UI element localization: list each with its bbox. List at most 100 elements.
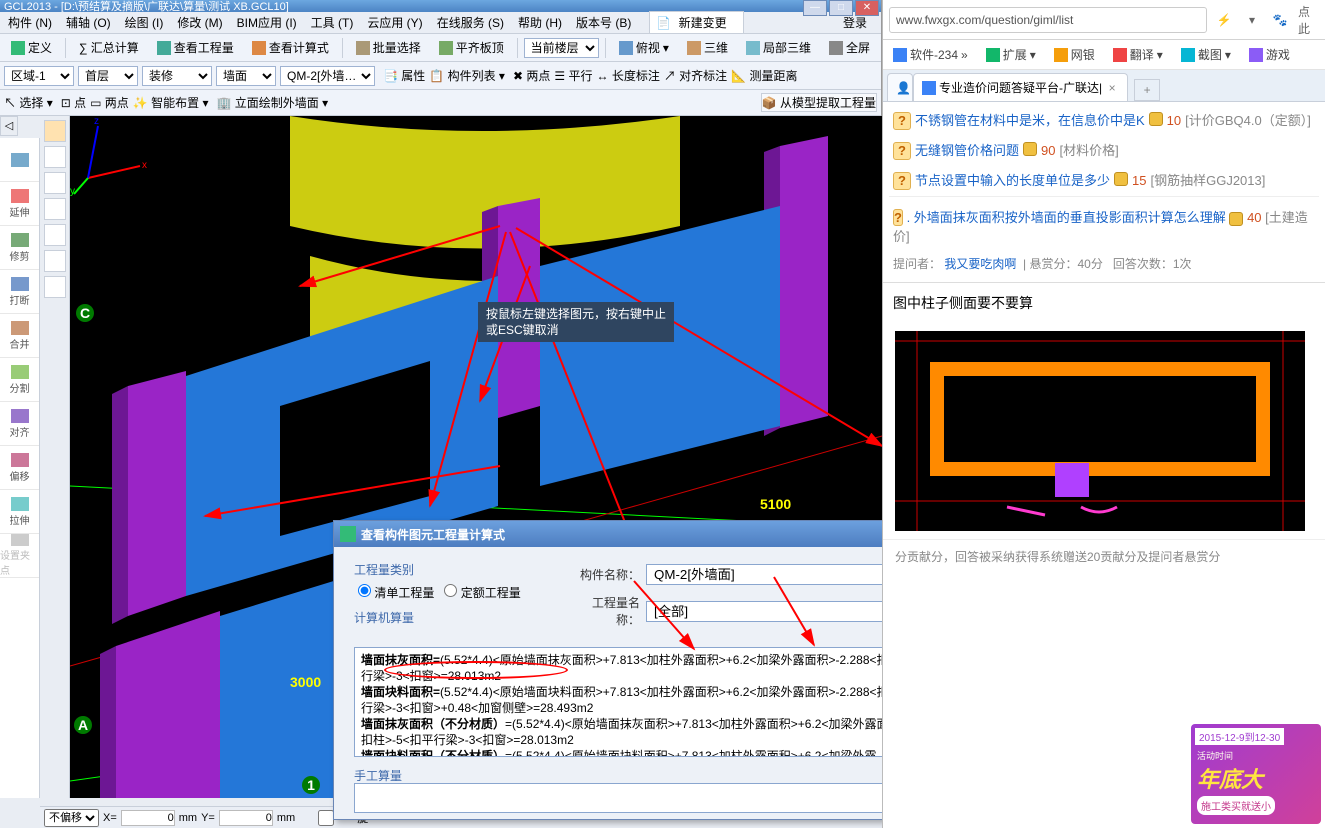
vtool-break[interactable]: 打断	[0, 270, 39, 314]
close-button[interactable]: ✕	[855, 0, 879, 12]
qa-title[interactable]: 无缝钢管价格问题	[915, 142, 1019, 160]
asker-link[interactable]: 我又要吃肉啊	[944, 257, 1016, 271]
bookmark-item[interactable]: 扩展 ▾	[982, 44, 1040, 65]
tab-qa[interactable]: 专业造价问题答疑平台-广联达| ×	[913, 73, 1128, 101]
parallel-button[interactable]: ☰ 平行	[554, 67, 592, 84]
paw-icon[interactable]: 🐾	[1269, 9, 1291, 31]
bookmark-item[interactable]: 截图 ▾	[1177, 44, 1235, 65]
tab-close-icon[interactable]: ×	[1105, 81, 1119, 95]
side-icon[interactable]	[44, 198, 66, 220]
url-input[interactable]: www.fwxgx.com/question/giml/list	[889, 7, 1207, 33]
category-select[interactable]: 装修	[142, 66, 212, 86]
calc-result-box[interactable]: 墙面抹灰面积=(5.52*4.4)<原始墙面抹灰面积>+7.813<加柱外露面积…	[354, 647, 962, 757]
menu-item[interactable]: 辅轴 (O)	[62, 12, 115, 33]
snap-select[interactable]: 不偏移	[44, 809, 99, 827]
question-icon: ?	[893, 209, 903, 226]
local-3d-button[interactable]: 局部三维	[739, 35, 818, 60]
side-icon[interactable]	[44, 146, 66, 168]
two-point-button[interactable]: ✖ 两点	[513, 67, 550, 84]
dropdown-icon[interactable]: ▾	[1241, 9, 1263, 31]
component-select[interactable]: QM-2[外墙…	[280, 66, 375, 86]
define-button[interactable]: 定义	[4, 35, 59, 60]
vtool-offset[interactable]: 偏移	[0, 446, 39, 490]
vtool-stretch[interactable]: 拉伸	[0, 490, 39, 534]
batch-select-button[interactable]: 批量选择	[349, 35, 428, 60]
extract-from-model-button[interactable]: 📦 从模型提取工程量	[761, 93, 877, 112]
minimize-button[interactable]: —	[803, 0, 827, 12]
vtool-merge[interactable]: 合并	[0, 314, 39, 358]
qa-item[interactable]: ? 无缝钢管价格问题 90 [材料价格]	[889, 136, 1319, 166]
side-icon[interactable]	[44, 224, 66, 246]
elev-draw-button[interactable]: 🏢 立面绘制外墙面 ▾	[216, 94, 328, 111]
qa-item[interactable]: ? 节点设置中输入的长度单位是多少 15 [钢筋抽样GGJ2013]	[889, 166, 1319, 196]
promo-banner[interactable]: 2015-12-9到12-30 活动时间 年底大 施工类买就送小	[1191, 724, 1321, 824]
3d-button[interactable]: 三维	[680, 35, 735, 60]
area-select[interactable]: 区域-1	[4, 66, 74, 86]
look-calc-button[interactable]: 查看计算式	[245, 35, 336, 60]
maximize-button[interactable]: □	[829, 0, 853, 12]
status-x-input[interactable]	[121, 810, 175, 826]
qa-title[interactable]: 节点设置中输入的长度单位是多少	[915, 172, 1110, 190]
menu-item[interactable]: BIM应用 (I)	[233, 12, 301, 33]
menu-item[interactable]: 版本号 (B)	[572, 12, 635, 33]
fullscreen-button[interactable]: 全屏	[822, 35, 877, 60]
component-list-button[interactable]: 📋 构件列表 ▾	[429, 67, 505, 84]
menu-item[interactable]: 绘图 (I)	[121, 12, 168, 33]
menu-item[interactable]: 修改 (M)	[173, 12, 226, 33]
select-button[interactable]: ↖ 选择 ▾	[4, 94, 53, 111]
menu-item[interactable]: 构件 (N)	[4, 12, 56, 33]
vtool-align[interactable]: 对齐	[0, 402, 39, 446]
menu-item[interactable]: 工具 (T)	[307, 12, 358, 33]
qa-points: 10	[1167, 112, 1181, 130]
qa-category: [钢筋抽样GGJ2013]	[1150, 172, 1265, 190]
bookmark-item[interactable]: 网银	[1050, 44, 1099, 65]
manual-input[interactable]	[354, 783, 962, 813]
measure-button[interactable]: 📐 测量距离	[731, 67, 797, 84]
length-dim-button[interactable]: ↔ 长度标注	[596, 67, 659, 84]
bookmark-item[interactable]: 游戏	[1245, 44, 1294, 65]
manual-section-label: 手工算量	[354, 767, 402, 784]
storey-select[interactable]: 首层	[78, 66, 138, 86]
vtool-trim[interactable]: 修剪	[0, 226, 39, 270]
menu-item[interactable]: 云应用 (Y)	[363, 12, 426, 33]
side-icon[interactable]	[44, 172, 66, 194]
tab-home[interactable]: 👤	[887, 73, 913, 101]
status-y-input[interactable]	[219, 810, 273, 826]
vtool-extend[interactable]: 延伸	[0, 182, 39, 226]
vtool-grip[interactable]: 设置夹点	[0, 534, 39, 578]
element-select[interactable]: 墙面	[216, 66, 276, 86]
qa-current-title[interactable]: . 外墙面抹灰面积按外墙面的垂直投影面积计算怎么理解	[907, 210, 1226, 225]
floor-select[interactable]: 当前楼层	[524, 38, 599, 58]
vtool-split[interactable]: 分割	[0, 358, 39, 402]
question-body: 图中柱子侧面要不要算	[883, 283, 1325, 323]
radio-list-qty[interactable]: 清单工程量	[358, 584, 434, 601]
vtool-blank[interactable]	[0, 138, 39, 182]
lightning-icon[interactable]: ⚡	[1213, 9, 1235, 31]
smart-layout-button[interactable]: ✨ 智能布置 ▾	[133, 94, 209, 111]
bookmark-item[interactable]: 翻译 ▾	[1109, 44, 1167, 65]
bookmark-item[interactable]: 软件-234 »	[889, 44, 972, 65]
side-icon[interactable]	[44, 276, 66, 298]
menu-item[interactable]: 帮助 (H)	[514, 12, 566, 33]
panel-collapse-icon[interactable]: ◁	[0, 116, 18, 136]
new-change-button[interactable]: 📄 新建变更	[649, 11, 743, 34]
go-button[interactable]: 点此	[1297, 9, 1319, 31]
align-dim-button[interactable]: ↗ 对齐标注	[664, 67, 727, 84]
point-button[interactable]: ⊡ 点	[61, 94, 86, 111]
side-icon[interactable]	[44, 120, 66, 142]
new-tab-button[interactable]: +	[1134, 79, 1160, 101]
side-icon[interactable]	[44, 250, 66, 272]
qa-item[interactable]: ? 不锈钢管在材料中是米，在信息价中是K 10 [计价GBQ4.0（定额）]	[889, 106, 1319, 136]
rect-button[interactable]: ▭ 两点	[90, 94, 129, 111]
qa-title[interactable]: 不锈钢管在材料中是米，在信息价中是K	[915, 112, 1145, 130]
menu-item[interactable]: 在线服务 (S)	[433, 12, 508, 33]
radio-quota-qty[interactable]: 定额工程量	[444, 584, 520, 601]
sum-calc-button[interactable]: ∑ 汇总计算	[72, 35, 146, 60]
attr-button[interactable]: 📑 属性	[383, 67, 425, 84]
qa-points: 40	[1247, 210, 1261, 225]
align-slab-button[interactable]: 平齐板顶	[432, 35, 511, 60]
view-button[interactable]: 俯视 ▾	[612, 35, 676, 60]
site-icon	[922, 81, 936, 95]
look-qty-button[interactable]: 查看工程量	[150, 35, 241, 60]
question-icon: ?	[893, 172, 911, 190]
